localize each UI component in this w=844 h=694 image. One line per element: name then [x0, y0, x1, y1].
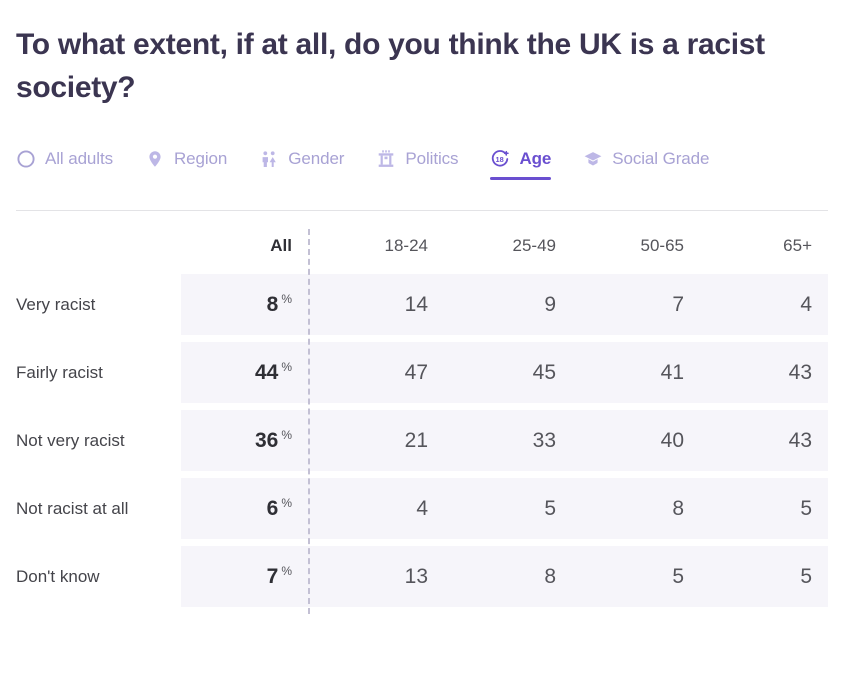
cell-65-plus: 4 [700, 274, 828, 336]
tab-age-label: Age [519, 149, 552, 169]
cell-25-49: 33 [444, 410, 572, 472]
tab-gender[interactable]: Gender [259, 149, 344, 180]
cell-all-value: 8 [266, 293, 279, 317]
page-title: To what extent, if at all, do you think … [16, 28, 765, 104]
column-header-18-24: 18-24 [384, 236, 428, 256]
cell-50-65: 40 [572, 410, 700, 472]
tab-region[interactable]: Region [145, 149, 227, 180]
tab-all-adults-label: All adults [45, 149, 113, 169]
row-label: Don't know [16, 566, 100, 586]
cell-25-49: 45 [444, 342, 572, 404]
percent-symbol: % [281, 496, 292, 511]
cell-all: 8% [181, 274, 316, 336]
table-row: Not racist at all 6% 4 5 8 5 [16, 478, 828, 540]
cell-18-24: 4 [316, 478, 444, 540]
cell-18-24: 14 [316, 274, 444, 336]
cell-50-65: 5 [572, 546, 700, 608]
results-table-wrap: All 18-24 25-49 50-65 65+ Very racist 8%… [16, 229, 828, 615]
table-row: Fairly racist 44% 47 45 41 43 [16, 342, 828, 404]
cell-25-49: 5 [444, 478, 572, 540]
circle-icon [16, 149, 36, 169]
row-label: Very racist [16, 294, 96, 314]
cell-all: 6% [181, 478, 316, 540]
cell-50-65: 7 [572, 274, 700, 336]
survey-results-page: To what extent, if at all, do you think … [0, 0, 844, 694]
table-row: Very racist 8% 14 9 7 4 [16, 274, 828, 336]
cell-65-plus: 43 [700, 342, 828, 404]
table-header-row: All 18-24 25-49 50-65 65+ [16, 236, 828, 267]
cell-all-value: 7 [266, 565, 279, 589]
age-18-plus-icon: 18 [490, 149, 510, 169]
cell-all: 44% [181, 342, 316, 404]
percent-symbol: % [281, 428, 292, 443]
column-header-25-49: 25-49 [512, 236, 556, 256]
cell-65-plus: 43 [700, 410, 828, 472]
column-header-all: All [270, 236, 292, 256]
tab-region-label: Region [173, 149, 228, 169]
row-label: Fairly racist [16, 362, 103, 382]
cell-18-24: 47 [316, 342, 444, 404]
percent-symbol: % [281, 564, 292, 579]
table-head: All 18-24 25-49 50-65 65+ [16, 236, 828, 267]
tab-all-adults[interactable]: All adults [16, 149, 113, 180]
column-header-50-65: 50-65 [640, 236, 684, 256]
row-label: Not very racist [16, 430, 125, 450]
gender-people-icon [259, 149, 279, 169]
cell-25-49: 9 [444, 274, 572, 336]
cell-18-24: 13 [316, 546, 444, 608]
table-row: Not very racist 36% 21 33 40 43 [16, 410, 828, 472]
cell-65-plus: 5 [700, 478, 828, 540]
cell-50-65: 8 [572, 478, 700, 540]
tab-social-grade-label: Social Grade [612, 149, 710, 169]
tab-age[interactable]: 18 Age [490, 149, 552, 181]
cell-all: 7% [181, 546, 316, 608]
results-table: All 18-24 25-49 50-65 65+ Very racist 8%… [16, 229, 828, 614]
tab-politics-label: Politics [405, 149, 459, 169]
percent-symbol: % [281, 360, 292, 375]
column-header-label [16, 236, 181, 267]
tab-gender-label: Gender [288, 149, 345, 169]
cell-all: 36% [181, 410, 316, 472]
tab-social-grade[interactable]: Social Grade [583, 149, 709, 180]
cell-25-49: 8 [444, 546, 572, 608]
header-divider [16, 210, 828, 212]
graduation-cap-icon [583, 149, 603, 169]
cell-65-plus: 5 [700, 546, 828, 608]
tab-politics[interactable]: Politics [376, 149, 459, 180]
breakdown-tabs: All adults Region Gender Politics 18 Age… [16, 149, 828, 195]
table-body: Very racist 8% 14 9 7 4 Fairly racist 44… [16, 274, 828, 608]
map-pin-icon [145, 149, 165, 169]
column-header-65-plus: 65+ [783, 236, 812, 256]
cell-all-value: 36 [254, 429, 279, 453]
cell-all-value: 6 [266, 497, 279, 521]
cell-50-65: 41 [572, 342, 700, 404]
cell-18-24: 21 [316, 410, 444, 472]
cell-all-value: 44 [254, 361, 279, 385]
table-row: Don't know 7% 13 8 5 5 [16, 546, 828, 608]
row-label: Not racist at all [16, 498, 129, 518]
percent-symbol: % [281, 292, 292, 307]
ballot-box-icon [376, 149, 396, 169]
svg-text:18: 18 [496, 155, 504, 164]
